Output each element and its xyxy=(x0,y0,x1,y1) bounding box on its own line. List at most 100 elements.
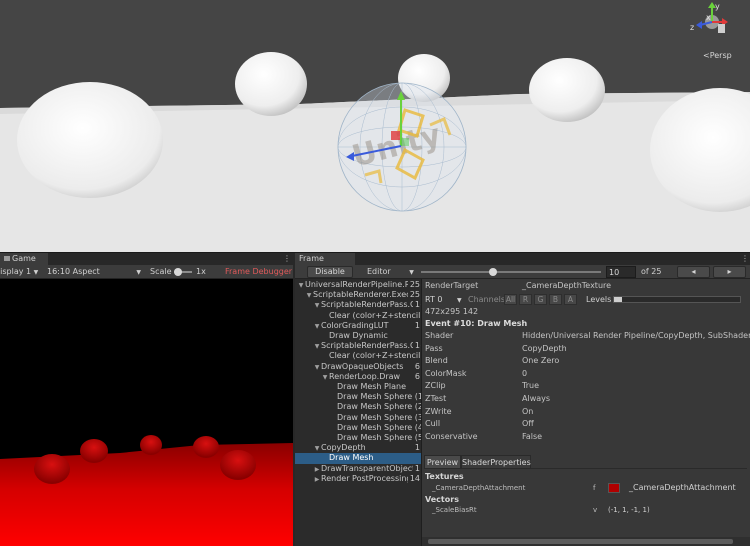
tree-row-label: CopyDepth xyxy=(321,443,366,453)
scale-slider-thumb[interactable] xyxy=(174,268,182,276)
detail-tabs: Preview ShaderProperties xyxy=(424,455,747,469)
dropdown-arrow-icon: ▼ xyxy=(33,269,39,276)
tree-row[interactable]: ▼ DrawOpaqueObjects 6 xyxy=(295,361,421,372)
panel-menu-icon[interactable]: ⋮ xyxy=(283,255,291,263)
tab-frame-debug[interactable]: Frame Debug xyxy=(295,253,355,275)
channel-a[interactable]: A xyxy=(564,294,577,305)
scrollbar-thumb[interactable] xyxy=(428,539,733,544)
expand-arrow-icon[interactable]: ▼ xyxy=(305,291,313,300)
next-event-button[interactable]: ▸ xyxy=(713,266,746,278)
scene-view[interactable]: Unity y x z <Per xyxy=(0,0,750,252)
panel-menu-icon[interactable]: ⋮ xyxy=(741,255,749,263)
property-value: True xyxy=(522,381,539,391)
persp-label[interactable]: <Persp xyxy=(703,51,732,60)
horizontal-scrollbar[interactable] xyxy=(422,537,750,546)
tab-shader-properties[interactable]: ShaderProperties xyxy=(461,455,531,469)
expand-arrow-icon[interactable]: ▼ xyxy=(313,444,321,453)
tree-row-count: 1 xyxy=(412,443,420,454)
levels-slider[interactable] xyxy=(613,296,741,303)
tree-row-label: ScriptableRenderer.Execut xyxy=(313,290,419,300)
property-key: Cull xyxy=(425,419,441,429)
tree-row-label: Draw Mesh Sphere (3) xyxy=(337,412,422,422)
editor-select[interactable]: Editor ▼ xyxy=(367,265,414,279)
expand-arrow-icon[interactable]: ▼ xyxy=(313,363,321,372)
tree-row[interactable]: Clear (color+Z+stencil) xyxy=(295,351,421,361)
resolution-text: 472x295 142 xyxy=(425,307,479,316)
expand-arrow-icon[interactable]: ▼ xyxy=(321,373,329,382)
editor-label: Editor xyxy=(367,267,391,276)
rt-select[interactable]: RT 0 ▼ xyxy=(425,294,462,305)
tree-row[interactable]: Draw Mesh Sphere (5) xyxy=(295,433,422,443)
aspect-select[interactable]: 16:10 Aspect ▼ xyxy=(47,265,141,279)
tree-row[interactable]: Draw Dynamic xyxy=(295,331,421,341)
tree-row[interactable]: Draw Mesh Sphere (4) xyxy=(295,422,422,433)
tree-row[interactable]: ▼ ScriptableRenderPass.Co 1 xyxy=(295,341,421,352)
property-row: Cull Off xyxy=(425,418,747,431)
sphere-mid-right[interactable] xyxy=(529,58,605,122)
event-slider-thumb[interactable] xyxy=(489,268,497,276)
scale-label: Scale xyxy=(150,267,172,276)
tree-row-label: Draw Mesh Plane xyxy=(337,382,406,391)
game-toolbar: Display 1 ▼ 16:10 Aspect ▼ Scale 1x Fram… xyxy=(0,265,293,279)
tab-preview[interactable]: Preview xyxy=(424,455,461,469)
tree-row[interactable]: ▼ ScriptableRenderer.Execut 25 xyxy=(295,290,421,301)
property-row: Blend One Zero xyxy=(425,355,747,368)
property-value: Hidden/Universal Render Pipeline/CopyDep… xyxy=(522,331,750,340)
tree-row-count: 1 xyxy=(412,320,420,331)
tree-row-label: DrawTransparentObjects xyxy=(321,463,420,473)
channel-g[interactable]: G xyxy=(534,294,547,305)
tree-row[interactable]: ▶ DrawTransparentObjects 1 xyxy=(295,463,421,474)
tree-row[interactable]: Draw Mesh Plane xyxy=(295,382,421,392)
event-number-field[interactable]: 10 xyxy=(606,266,636,278)
collapse-arrow-icon[interactable]: ▶ xyxy=(313,465,321,474)
sphere-left[interactable] xyxy=(17,82,163,198)
tree-row[interactable]: Draw Mesh Sphere (1) xyxy=(295,392,421,402)
property-key: ZWrite xyxy=(425,406,452,416)
property-value: CopyDepth xyxy=(522,343,567,353)
event-slider-track[interactable] xyxy=(421,271,601,273)
texture-thumbnail[interactable] xyxy=(608,483,620,493)
event-tree[interactable]: ▼ UniversalRenderPipeline.Ren 25 ▼ Scriptabl… xyxy=(295,279,422,546)
expand-arrow-icon[interactable]: ▼ xyxy=(313,342,321,351)
levels-min-handle[interactable] xyxy=(614,297,622,302)
axis-y-label: y xyxy=(715,2,720,11)
tree-row[interactable]: ▼ RenderLoop.Draw 6 xyxy=(295,371,421,382)
tree-row[interactable]: Draw Mesh Sphere (3) xyxy=(295,412,422,423)
channel-r[interactable]: R xyxy=(519,294,532,305)
expand-arrow-icon[interactable]: ▼ xyxy=(313,322,321,331)
display-select[interactable]: Display 1 ▼ xyxy=(0,265,38,279)
event-detail: RenderTarget _CameraDepthTexture RT 0 ▼ … xyxy=(422,279,750,546)
tree-row-label: Draw Mesh Sphere (5) xyxy=(337,433,422,442)
tree-row[interactable]: Draw Mesh Sphere (2) xyxy=(295,402,422,412)
tab-game[interactable]: Game xyxy=(0,253,48,265)
tree-row-selected[interactable]: Draw Mesh xyxy=(295,453,421,464)
property-key: Shader xyxy=(425,331,454,340)
tree-row[interactable]: ▼ ScriptableRenderPass.Co 1 xyxy=(295,300,421,311)
sphere-mid-left[interactable] xyxy=(235,52,307,116)
expand-arrow-icon[interactable]: ▼ xyxy=(313,301,321,310)
tree-row[interactable]: ▼ UniversalRenderPipeline.Ren 25 xyxy=(295,280,421,291)
frame-debug-toolbar: Disable Editor ▼ 10 of 25 ◂ ▸ xyxy=(295,265,750,279)
property-key: ZTest xyxy=(425,394,447,403)
tree-row-label: Draw Mesh Sphere (2) xyxy=(337,402,422,412)
tree-row-label: Draw Mesh Sphere (4) xyxy=(337,422,422,432)
depth-sphere xyxy=(80,439,108,463)
tree-row-count: 14 xyxy=(407,473,420,484)
channel-b[interactable]: B xyxy=(549,294,562,305)
property-key: ZClip xyxy=(425,381,446,391)
tree-row[interactable]: Clear (color+Z+stencil) xyxy=(295,311,421,321)
scene-viewport[interactable]: Unity y x z <Per xyxy=(0,0,750,252)
channel-all[interactable]: All xyxy=(504,294,517,305)
disable-button[interactable]: Disable xyxy=(307,266,353,278)
tree-row-label: RenderLoop.Draw xyxy=(329,371,401,381)
game-view[interactable] xyxy=(0,279,293,546)
scale-value: 1x xyxy=(196,267,206,276)
tree-row[interactable]: ▼ ColorGradingLUT 1 xyxy=(295,320,421,331)
prev-event-button[interactable]: ◂ xyxy=(677,266,710,278)
tree-row[interactable]: ▶ Render PostProcessing 14 xyxy=(295,473,421,484)
tree-row[interactable]: ▼ CopyDepth 1 xyxy=(295,443,421,454)
vector-name: _ScaleBiasRt xyxy=(432,506,477,514)
collapse-arrow-icon[interactable]: ▶ xyxy=(313,475,321,484)
expand-arrow-icon[interactable]: ▼ xyxy=(297,281,305,290)
property-row: Pass CopyDepth xyxy=(425,343,747,356)
